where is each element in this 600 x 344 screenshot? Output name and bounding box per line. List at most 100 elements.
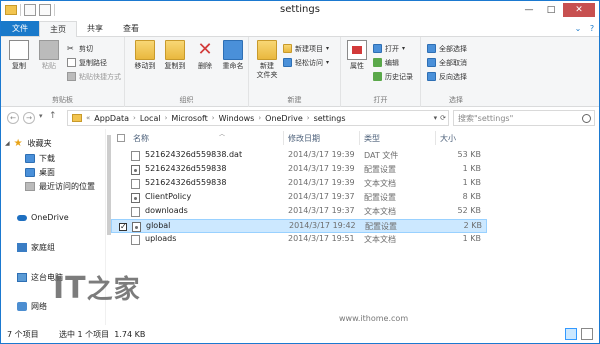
sidebar-item-homegroup[interactable]: 家庭组: [17, 241, 55, 254]
column-divider[interactable]: [435, 131, 436, 145]
easy-access-button[interactable]: 轻松访问 ▾: [283, 57, 329, 68]
breadcrumb-overflow[interactable]: «: [86, 114, 90, 122]
select-all-button[interactable]: 全部选择: [427, 43, 467, 54]
tab-view[interactable]: 查看: [113, 21, 149, 36]
title-bar: settings — □ ✕: [1, 1, 599, 21]
file-size: 52 KB: [457, 206, 481, 215]
select-none-button[interactable]: 全部取消: [427, 57, 467, 68]
sidebar-item-desktop[interactable]: 桌面: [25, 166, 55, 179]
star-icon: ★: [13, 138, 23, 149]
invert-selection-icon: [427, 72, 436, 81]
column-header-size[interactable]: 大小: [440, 130, 456, 146]
delete-label: 删除: [198, 62, 212, 70]
refresh-icon[interactable]: ⟳: [440, 114, 446, 122]
file-size: 2 KB: [463, 221, 482, 230]
new-item-button[interactable]: 新建项目 ▾: [283, 43, 329, 54]
help-icon[interactable]: ?: [585, 21, 599, 36]
tab-file[interactable]: 文件: [1, 21, 39, 36]
select-all-checkbox[interactable]: [117, 134, 125, 142]
maximize-button[interactable]: □: [541, 3, 561, 17]
copy-path-button[interactable]: 复制路径: [67, 57, 107, 68]
file-size: 1 KB: [462, 164, 481, 173]
file-size: 1 KB: [462, 234, 481, 243]
file-name: global: [146, 221, 171, 230]
expand-ribbon-button[interactable]: ⌄: [571, 21, 585, 36]
downloads-icon: [25, 154, 35, 163]
properties-button[interactable]: 属性: [343, 40, 371, 71]
recent-locations-button[interactable]: ▾: [39, 112, 43, 120]
breadcrumb-appdata[interactable]: AppData: [94, 114, 129, 123]
search-input[interactable]: 搜索"settings": [453, 110, 595, 126]
row-checkbox[interactable]: ✓: [119, 223, 127, 231]
table-row[interactable]: 521624326d559838 2014/3/17 19:39 文本文档 1 KB: [111, 177, 487, 191]
breadcrumb-microsoft[interactable]: Microsoft: [171, 114, 207, 123]
breadcrumb-onedrive[interactable]: OneDrive: [265, 114, 303, 123]
rename-icon: [223, 40, 243, 60]
select-none-label: 全部取消: [439, 58, 467, 67]
move-to-icon: [135, 40, 155, 60]
sidebar-item-onedrive[interactable]: OneDrive: [17, 211, 69, 224]
properties-icon: [347, 40, 367, 60]
paste-button[interactable]: 粘贴: [35, 40, 63, 71]
table-row[interactable]: uploads 2014/3/17 19:51 文本文档 1 KB: [111, 233, 487, 247]
collapse-icon[interactable]: ◢: [5, 140, 10, 147]
tab-home[interactable]: 主页: [39, 21, 77, 37]
tab-share[interactable]: 共享: [77, 21, 113, 36]
column-header-name[interactable]: ︿ 名称: [133, 130, 225, 146]
chevron-down-icon[interactable]: ▾: [434, 114, 438, 122]
copy-path-label: 复制路径: [79, 58, 107, 67]
rename-button[interactable]: 重命名: [219, 40, 247, 71]
table-row[interactable]: 521624326d559838.dat 2014/3/17 19:39 DAT 文…: [111, 149, 487, 163]
paste-shortcut-button[interactable]: 粘贴快捷方式: [67, 71, 121, 82]
sidebar-item-label: 最近访问的位置: [39, 182, 95, 191]
scissors-icon: ✂: [67, 44, 74, 53]
move-to-button[interactable]: 移动到: [131, 40, 159, 71]
column-divider[interactable]: [359, 131, 360, 145]
delete-button[interactable]: ✕ 删除: [191, 40, 219, 71]
delete-icon: ✕: [197, 39, 213, 60]
table-row[interactable]: ClientPolicy 2014/3/17 19:37 配置设置 8 KB: [111, 191, 487, 205]
minimize-button[interactable]: —: [519, 3, 539, 17]
cut-button[interactable]: ✂ 剪切: [67, 43, 93, 54]
breadcrumb-windows[interactable]: Windows: [219, 114, 255, 123]
close-button[interactable]: ✕: [563, 3, 595, 17]
copy-button[interactable]: 复制: [5, 40, 33, 71]
column-header-type[interactable]: 类型: [364, 130, 380, 146]
copy-to-button[interactable]: 复制到: [161, 40, 189, 71]
config-file-icon: [132, 222, 141, 232]
address-bar[interactable]: « AppData › Local › Microsoft › Windows …: [67, 110, 449, 126]
new-folder-button[interactable]: 新建 文件夹: [253, 40, 281, 80]
back-button[interactable]: ←: [7, 112, 19, 124]
history-button[interactable]: 历史记录: [373, 71, 413, 82]
column-divider[interactable]: [283, 131, 284, 145]
breadcrumb-local[interactable]: Local: [140, 114, 161, 123]
search-icon[interactable]: [582, 114, 591, 123]
watermark-url: www.ithome.com: [339, 314, 409, 323]
move-to-label: 移动到: [134, 62, 156, 70]
breadcrumb-separator: ›: [133, 114, 136, 122]
file-size: 8 KB: [462, 192, 481, 201]
invert-selection-button[interactable]: 反向选择: [427, 71, 467, 82]
forward-button[interactable]: →: [23, 112, 35, 124]
column-header-modified[interactable]: 修改日期: [288, 130, 320, 146]
copy-icon: [9, 40, 29, 60]
open-icon: [373, 44, 382, 53]
table-row[interactable]: downloads 2014/3/17 19:37 文本文档 52 KB: [111, 205, 487, 219]
sidebar-item-recent[interactable]: 最近访问的位置: [25, 180, 95, 193]
up-button[interactable]: ↑: [49, 111, 57, 121]
paste-label: 粘贴: [42, 62, 56, 70]
table-row[interactable]: 521624326d559838 2014/3/17 19:39 配置设置 1 KB: [111, 163, 487, 177]
large-icons-view-button[interactable]: [581, 328, 593, 340]
table-row[interactable]: ✓ global 2014/3/17 19:42 配置设置 2 KB: [111, 219, 487, 233]
breadcrumb-settings[interactable]: settings: [314, 114, 346, 123]
edit-button[interactable]: 编辑: [373, 57, 399, 68]
open-button[interactable]: 打开 ▾: [373, 43, 405, 54]
sidebar-item-network[interactable]: 网络: [17, 300, 47, 313]
file-name: 521624326d559838: [145, 178, 227, 187]
sidebar-item-favorites[interactable]: ◢ ★ 收藏夹: [5, 137, 52, 150]
details-view-button[interactable]: [565, 328, 577, 340]
open-group: 属性 打开 ▾ 编辑 历史记录 打开: [341, 37, 421, 107]
homegroup-icon: [17, 243, 27, 252]
sidebar-item-downloads[interactable]: 下载: [25, 152, 55, 165]
item-count: 7 个项目: [7, 330, 39, 339]
